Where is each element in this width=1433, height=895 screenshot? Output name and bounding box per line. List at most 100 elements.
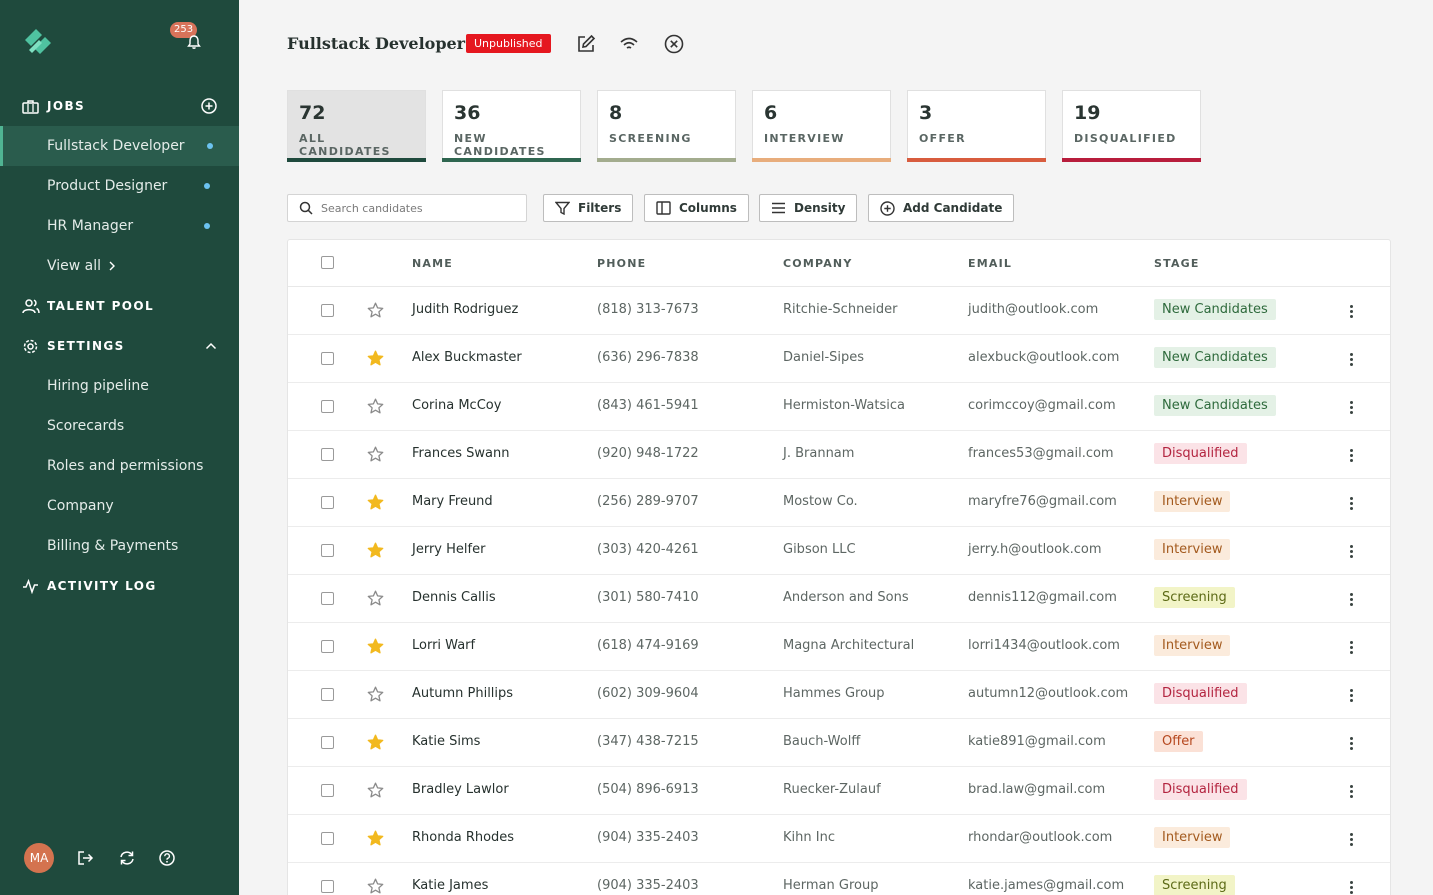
row-checkbox[interactable]: [321, 688, 334, 701]
candidate-name[interactable]: Corina McCoy: [412, 398, 501, 413]
more-options-icon[interactable]: [1346, 734, 1356, 752]
row-checkbox[interactable]: [321, 352, 334, 365]
density-button[interactable]: Density: [759, 194, 858, 222]
candidate-name[interactable]: Alex Buckmaster: [412, 350, 522, 365]
status-badge[interactable]: Unpublished: [466, 34, 551, 53]
row-checkbox[interactable]: [321, 592, 334, 605]
star-filled-icon[interactable]: [367, 494, 384, 511]
more-options-icon[interactable]: [1346, 398, 1356, 416]
add-candidate-button[interactable]: Add Candidate: [868, 194, 1015, 222]
column-header-stage[interactable]: STAGE: [1154, 257, 1200, 270]
stage-card-new-candidates[interactable]: 36 NEW CANDIDATES: [442, 90, 581, 162]
table-row[interactable]: Katie Sims (347) 438-7215 Bauch-Wolff katie…: [288, 719, 1390, 767]
stage-card-screening[interactable]: 8 SCREENING: [597, 90, 736, 162]
table-row[interactable]: Frances Swann (920) 948-1722 J. Brannam fra…: [288, 431, 1390, 479]
talent-pool-section[interactable]: TALENT POOL: [22, 296, 217, 316]
star-outline-icon[interactable]: [367, 686, 384, 703]
star-filled-icon[interactable]: [367, 830, 384, 847]
sidebar-item-hr-manager[interactable]: HR Manager: [0, 206, 239, 246]
column-header-email[interactable]: EMAIL: [968, 257, 1012, 270]
sidebar-item-company[interactable]: Company: [0, 486, 239, 526]
more-options-icon[interactable]: [1346, 542, 1356, 560]
row-checkbox[interactable]: [321, 544, 334, 557]
table-row[interactable]: Dennis Callis (301) 580-7410 Anderson and …: [288, 575, 1390, 623]
row-checkbox[interactable]: [321, 736, 334, 749]
candidate-name[interactable]: Katie James: [412, 878, 488, 893]
sidebar-item-fullstack-developer[interactable]: Fullstack Developer: [0, 126, 239, 166]
more-options-icon[interactable]: [1346, 590, 1356, 608]
more-options-icon[interactable]: [1346, 494, 1356, 512]
select-all-checkbox[interactable]: [321, 256, 334, 269]
candidate-name[interactable]: Bradley Lawlor: [412, 782, 509, 797]
notifications-button[interactable]: 253: [170, 22, 206, 52]
candidate-name[interactable]: Mary Freund: [412, 494, 493, 509]
avatar[interactable]: MA: [24, 843, 54, 873]
column-header-company[interactable]: COMPANY: [783, 257, 853, 270]
settings-section-header[interactable]: SETTINGS: [22, 336, 217, 356]
table-row[interactable]: Autumn Phillips (602) 309-9604 Hammes Grou…: [288, 671, 1390, 719]
stage-card-disqualified[interactable]: 19 DISQUALIFIED: [1062, 90, 1201, 162]
chevron-up-icon[interactable]: [205, 342, 217, 350]
column-header-phone[interactable]: PHONE: [597, 257, 646, 270]
star-outline-icon[interactable]: [367, 398, 384, 415]
sidebar-item-hiring-pipeline[interactable]: Hiring pipeline: [0, 366, 239, 406]
refresh-icon[interactable]: [118, 849, 136, 867]
sidebar-item-billing-payments[interactable]: Billing & Payments: [0, 526, 239, 566]
stage-card-interview[interactable]: 6 INTERVIEW: [752, 90, 891, 162]
row-checkbox[interactable]: [321, 304, 334, 317]
logout-icon[interactable]: [77, 849, 95, 867]
candidate-name[interactable]: Katie Sims: [412, 734, 480, 749]
table-row[interactable]: Judith Rodriguez (818) 313-7673 Ritchie-Sc…: [288, 287, 1390, 335]
table-row[interactable]: Lorri Warf (618) 474-9169 Magna Architectu…: [288, 623, 1390, 671]
sidebar-item-product-designer[interactable]: Product Designer: [0, 166, 239, 206]
table-row[interactable]: Bradley Lawlor (504) 896-6913 Ruecker-Zula…: [288, 767, 1390, 815]
star-filled-icon[interactable]: [367, 638, 384, 655]
more-options-icon[interactable]: [1346, 686, 1356, 704]
table-row[interactable]: Alex Buckmaster (636) 296-7838 Daniel-Sipe…: [288, 335, 1390, 383]
row-checkbox[interactable]: [321, 640, 334, 653]
star-filled-icon[interactable]: [367, 542, 384, 559]
candidate-name[interactable]: Judith Rodriguez: [412, 302, 518, 317]
row-checkbox[interactable]: [321, 400, 334, 413]
star-outline-icon[interactable]: [367, 446, 384, 463]
star-filled-icon[interactable]: [367, 734, 384, 751]
row-checkbox[interactable]: [321, 496, 334, 509]
close-circle-icon[interactable]: [664, 34, 684, 54]
star-outline-icon[interactable]: [367, 782, 384, 799]
star-outline-icon[interactable]: [367, 302, 384, 319]
more-options-icon[interactable]: [1346, 446, 1356, 464]
edit-icon[interactable]: [576, 34, 596, 54]
table-row[interactable]: Rhonda Rhodes (904) 335-2403 Kihn Inc rhond…: [288, 815, 1390, 863]
more-options-icon[interactable]: [1346, 638, 1356, 656]
row-checkbox[interactable]: [321, 448, 334, 461]
activity-log-section[interactable]: ACTIVITY LOG: [22, 576, 217, 596]
stage-card-offer[interactable]: 3 OFFER: [907, 90, 1046, 162]
jobs-section-header[interactable]: JOBS: [22, 96, 217, 116]
candidate-name[interactable]: Jerry Helfer: [412, 542, 485, 557]
row-checkbox[interactable]: [321, 784, 334, 797]
row-checkbox[interactable]: [321, 880, 334, 893]
wifi-icon[interactable]: [619, 34, 639, 54]
row-checkbox[interactable]: [321, 832, 334, 845]
candidate-name[interactable]: Dennis Callis: [412, 590, 496, 605]
candidate-name[interactable]: Rhonda Rhodes: [412, 830, 514, 845]
logo-icon[interactable]: [22, 26, 56, 60]
more-options-icon[interactable]: [1346, 350, 1356, 368]
table-row[interactable]: Katie James (904) 335-2403 Herman Group kat…: [288, 863, 1390, 895]
stage-card-all-candidates[interactable]: 72 ALL CANDIDATES: [287, 90, 426, 162]
more-options-icon[interactable]: [1346, 830, 1356, 848]
filters-button[interactable]: Filters: [543, 194, 634, 222]
column-header-name[interactable]: NAME: [412, 257, 453, 270]
candidate-name[interactable]: Lorri Warf: [412, 638, 475, 653]
table-row[interactable]: Mary Freund (256) 289-9707 Mostow Co. maryf…: [288, 479, 1390, 527]
search-input[interactable]: [321, 201, 511, 215]
candidate-name[interactable]: Frances Swann: [412, 446, 509, 461]
sidebar-view-all-link[interactable]: View all: [0, 246, 239, 286]
sidebar-item-roles-permissions[interactable]: Roles and permissions: [0, 446, 239, 486]
table-row[interactable]: Corina McCoy (843) 461-5941 Hermiston-Wats…: [288, 383, 1390, 431]
sidebar-item-scorecards[interactable]: Scorecards: [0, 406, 239, 446]
star-filled-icon[interactable]: [367, 350, 384, 367]
add-job-icon[interactable]: [201, 98, 217, 114]
help-icon[interactable]: [159, 849, 177, 867]
columns-button[interactable]: Columns: [644, 194, 749, 222]
